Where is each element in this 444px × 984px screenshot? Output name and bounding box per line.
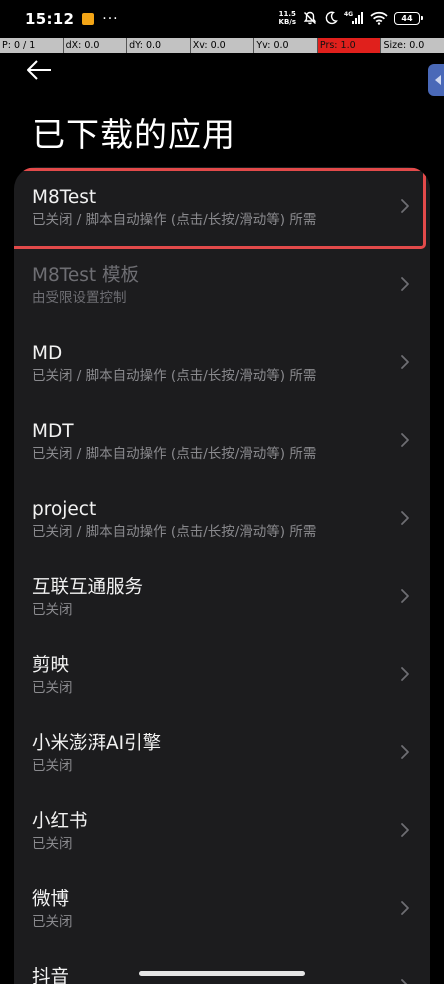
chevron-right-icon [401, 745, 409, 759]
app-status: 已关闭 / 脚本自动操作 (点击/长按/滑动等) 所需 [32, 212, 317, 228]
status-left: 15:12 ··· [0, 10, 119, 28]
app-list-item[interactable]: 抖音 [14, 947, 430, 984]
app-list-item[interactable]: M8Test 已关闭 / 脚本自动操作 (点击/长按/滑动等) 所需 [14, 167, 430, 249]
app-list-item[interactable]: MDT 已关闭 / 脚本自动操作 (点击/长按/滑动等) 所需 [14, 401, 430, 479]
back-button[interactable] [26, 52, 66, 88]
status-right: 11.5 KB/s 4G 44 [279, 10, 423, 26]
app-name: MD [32, 343, 63, 364]
accessibility-downloaded-apps-screen: 15:12 ··· 11.5 KB/s 4G 44 P: 0 / 1 dX: 0… [0, 0, 444, 984]
app-list-item[interactable]: 剪映 已关闭 [14, 635, 430, 713]
app-list-item[interactable]: 小米澎湃AI引擎 已关闭 [14, 713, 430, 791]
pointer-xv: Xv: 0.0 [190, 38, 255, 53]
chevron-right-icon [401, 199, 409, 213]
pointer-dy: dY: 0.0 [127, 38, 191, 53]
pointer-dx: dX: 0.0 [63, 38, 128, 53]
cellular-signal-icon: 4G [344, 10, 364, 26]
chevron-right-icon [401, 979, 408, 984]
app-status: 已关闭 [32, 914, 73, 930]
moon-icon [324, 11, 338, 25]
wifi-icon [370, 11, 388, 25]
app-name: 小红书 [32, 811, 88, 832]
app-status: 已关闭 / 脚本自动操作 (点击/长按/滑动等) 所需 [32, 524, 317, 540]
more-notifications-icon: ··· [102, 11, 119, 27]
app-name: 微博 [32, 889, 70, 910]
app-status: 已关闭 / 脚本自动操作 (点击/长按/滑动等) 所需 [32, 446, 317, 462]
chevron-right-icon [401, 511, 409, 525]
app-name: MDT [32, 421, 74, 442]
app-status: 已关闭 [32, 758, 73, 774]
bell-muted-icon [302, 10, 318, 26]
pointer-pressure: Prs: 1.0 [317, 38, 382, 53]
floating-side-handle[interactable] [428, 64, 444, 96]
app-name: 小米澎湃AI引擎 [32, 733, 162, 754]
chevron-right-icon [401, 589, 409, 603]
app-list-item[interactable]: M8Test 模板 由受限设置控制 [14, 245, 430, 323]
app-list-item[interactable]: 小红书 已关闭 [14, 791, 430, 869]
status-time: 15:12 [25, 10, 75, 28]
chevron-right-icon [401, 901, 409, 915]
chevron-right-icon [401, 355, 409, 369]
app-name: M8Test 模板 [32, 265, 140, 286]
app-list-item[interactable]: MD 已关闭 / 脚本自动操作 (点击/长按/滑动等) 所需 [14, 323, 430, 401]
notification-app-icon [82, 13, 95, 25]
pointer-size: Size: 0.0 [381, 38, 444, 53]
gesture-navigation-bar[interactable] [139, 971, 305, 976]
chevron-right-icon [401, 277, 409, 291]
app-status: 由受限设置控制 [32, 290, 127, 306]
app-status: 已关闭 [32, 680, 73, 696]
app-name: 互联互通服务 [32, 577, 144, 598]
chevron-right-icon [401, 433, 409, 447]
battery-indicator: 44 [394, 11, 423, 25]
pointer-count: P: 0 / 1 [0, 38, 64, 53]
page-title: 已下载的应用 [32, 115, 236, 154]
network-speed-unit: KB/s [278, 18, 296, 26]
app-name: 剪映 [32, 655, 70, 676]
network-speed: 11.5 KB/s [279, 10, 296, 26]
app-list-item[interactable]: project 已关闭 / 脚本自动操作 (点击/长按/滑动等) 所需 [14, 479, 430, 557]
chevron-right-icon [401, 823, 409, 837]
status-bar: 15:12 ··· 11.5 KB/s 4G 44 [0, 0, 444, 38]
network-type-label: 4G [344, 11, 353, 18]
app-status: 已关闭 [32, 836, 73, 852]
app-name: project [32, 499, 97, 520]
chevron-right-icon [401, 667, 409, 681]
pointer-yv: Yv: 0.0 [254, 38, 318, 53]
app-list-item[interactable]: 微博 已关闭 [14, 869, 430, 947]
app-status: 已关闭 [32, 602, 73, 618]
app-status: 已关闭 / 脚本自动操作 (点击/长按/滑动等) 所需 [32, 368, 317, 384]
pointer-location-overlay: P: 0 / 1 dX: 0.0 dY: 0.0 Xv: 0.0 Yv: 0.0… [0, 38, 444, 53]
downloaded-apps-list: M8Test 已关闭 / 脚本自动操作 (点击/长按/滑动等) 所需 M8Tes… [14, 167, 430, 984]
arrow-left-icon [27, 60, 51, 80]
app-list-item[interactable]: 互联互通服务 已关闭 [14, 557, 430, 635]
network-speed-value: 11.5 [278, 10, 296, 18]
app-name: M8Test [32, 187, 97, 208]
caret-left-icon [435, 75, 441, 85]
